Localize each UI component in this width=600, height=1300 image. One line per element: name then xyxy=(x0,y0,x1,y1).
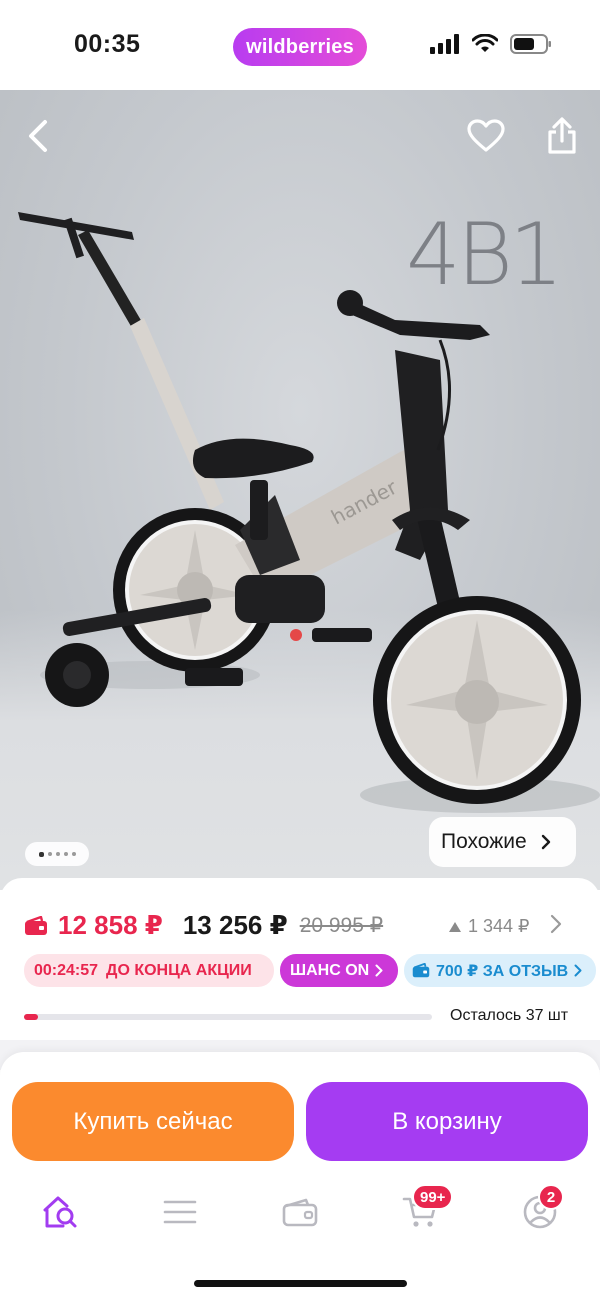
profile-notification-badge: 2 xyxy=(538,1184,564,1210)
old-price: 20 995 ₽ xyxy=(299,914,384,937)
cart-count-badge: 99+ xyxy=(412,1184,454,1210)
stock-remaining: Осталось 37 шт xyxy=(450,1007,569,1024)
back-button[interactable] xyxy=(14,112,62,160)
chevron-right-icon xyxy=(375,964,383,977)
pagination-dot xyxy=(38,851,44,857)
add-to-cart-button[interactable]: В корзину xyxy=(306,1082,588,1161)
buy-now-button[interactable]: Купить сейчас xyxy=(12,1082,294,1161)
promo-timer: 00:24:57 xyxy=(34,961,99,979)
wallet-icon xyxy=(25,915,47,935)
chevron-right-icon[interactable] xyxy=(550,914,562,934)
battery-icon xyxy=(510,34,551,54)
share-button[interactable] xyxy=(538,112,586,160)
similar-label: Похожие xyxy=(441,830,527,853)
promo-chips: 00:24:57 ДО КОНЦА АКЦИИ ШАНС ON 700 ₽ ЗА… xyxy=(24,954,596,987)
chance-on-chip[interactable]: ШАНС ON xyxy=(280,954,398,987)
home-indicator[interactable] xyxy=(194,1280,407,1287)
favorite-button[interactable] xyxy=(462,112,510,160)
product-image-gallery[interactable]: hander 4В1 Похожие xyxy=(0,90,600,890)
triangle-up-icon xyxy=(449,921,461,932)
brand-logo[interactable]: wildberries xyxy=(233,28,367,66)
back-chevron-icon xyxy=(29,120,47,152)
signal-icon xyxy=(430,34,459,54)
menu-icon xyxy=(163,1200,197,1224)
tab-catalog[interactable] xyxy=(150,1180,210,1244)
wallet-icon xyxy=(282,1198,318,1227)
review-bonus-chip[interactable]: 700 ₽ ЗА ОТЗЫВ xyxy=(404,954,596,987)
similar-products-button[interactable]: Похожие xyxy=(429,817,576,867)
status-time: 00:35 xyxy=(74,30,141,58)
photo-pagination[interactable] xyxy=(25,842,89,866)
stock-progress-fill xyxy=(24,1014,39,1020)
pagination-dot xyxy=(55,852,60,856)
product-badge-4in1: 4В1 xyxy=(406,205,564,305)
review-bonus-label: 700 ₽ ЗА ОТЗЫВ xyxy=(436,962,569,980)
wallet-icon xyxy=(412,963,430,978)
status-bar: 00:35 wildberries xyxy=(0,0,600,90)
pagination-dot xyxy=(63,852,68,856)
tab-wallet[interactable] xyxy=(270,1180,330,1244)
pagination-dot xyxy=(47,852,52,856)
wallet-price[interactable]: 12 858 ₽ xyxy=(24,910,163,941)
home-search-icon xyxy=(43,1196,77,1228)
tab-cart[interactable]: 99+ xyxy=(390,1180,454,1244)
price-row: 12 858 ₽ 13 256 ₽ 20 995 ₽ xyxy=(24,910,383,941)
stock-progress-bar xyxy=(24,1014,432,1020)
promo-timer-chip[interactable]: 00:24:57 ДО КОНЦА АКЦИИ xyxy=(24,954,274,987)
wallet-price-value: 12 858 ₽ xyxy=(58,910,163,940)
regular-price: 13 256 ₽ xyxy=(182,910,288,940)
price-change[interactable]: 1 344 ₽ xyxy=(448,916,530,937)
pagination-dot xyxy=(71,852,76,856)
chance-label: ШАНС ON xyxy=(290,961,370,979)
tab-bar: 99+ 2 xyxy=(0,1180,600,1244)
chevron-right-icon xyxy=(574,964,582,977)
share-icon xyxy=(548,117,576,154)
status-icons xyxy=(430,34,552,54)
chevron-right-icon xyxy=(541,834,550,850)
tab-profile[interactable]: 2 xyxy=(510,1180,570,1244)
promo-timer-label: ДО КОНЦА АКЦИИ xyxy=(106,961,252,979)
price-change-value: 1 344 ₽ xyxy=(468,916,530,936)
tab-home[interactable] xyxy=(30,1180,90,1244)
heart-icon xyxy=(467,119,505,152)
wifi-icon xyxy=(472,34,498,52)
price-card: 12 858 ₽ 13 256 ₽ 20 995 ₽ 1 344 ₽ 00:24… xyxy=(0,878,600,1048)
